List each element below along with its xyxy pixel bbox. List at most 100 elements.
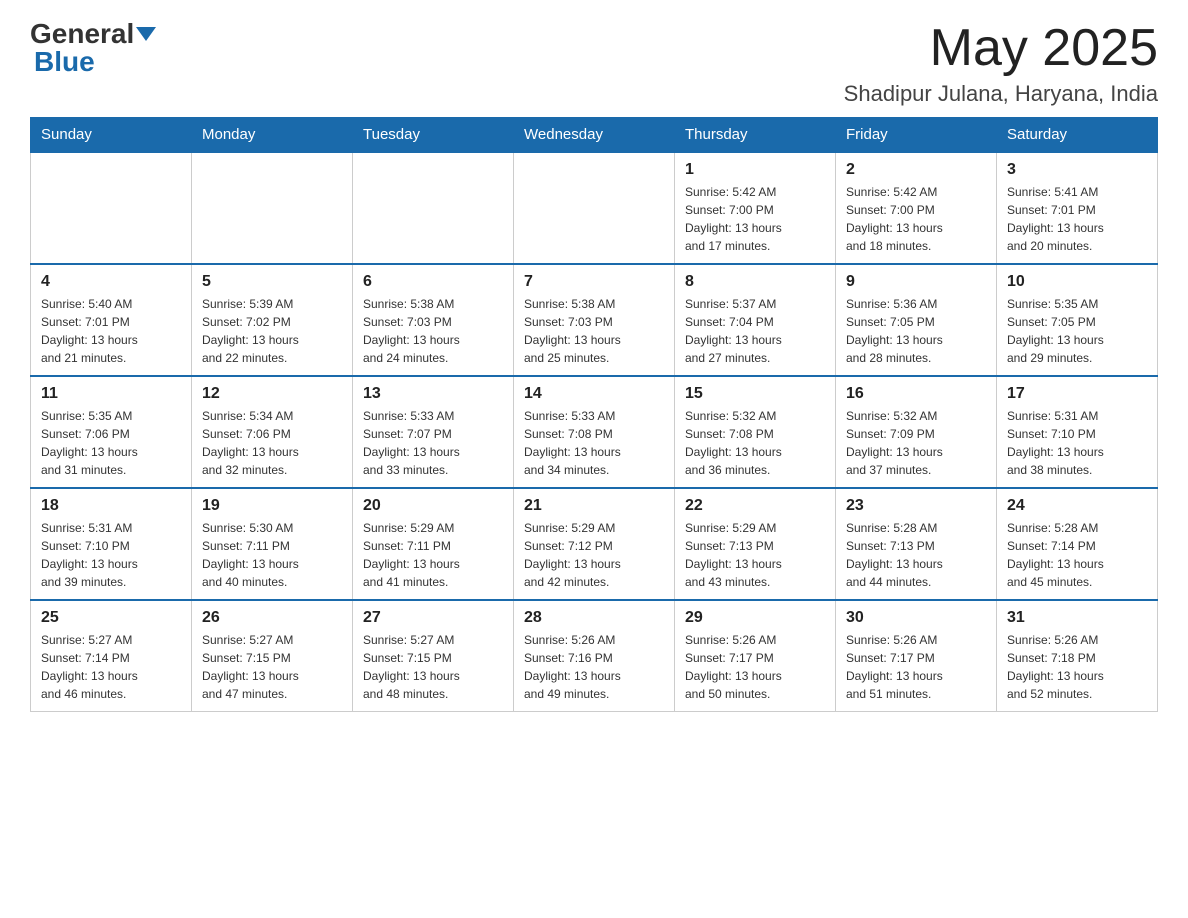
calendar-cell: 4 Sunrise: 5:40 AMSunset: 7:01 PMDaylight… <box>31 264 192 376</box>
day-info: Sunrise: 5:33 AMSunset: 7:08 PMDaylight:… <box>524 407 664 479</box>
day-number: 3 <box>1007 161 1147 179</box>
calendar-cell: 6 Sunrise: 5:38 AMSunset: 7:03 PMDaylight… <box>353 264 514 376</box>
day-number: 1 <box>685 161 825 179</box>
calendar-week-row: 11 Sunrise: 5:35 AMSunset: 7:06 PMDayligh… <box>31 376 1158 488</box>
day-number: 10 <box>1007 273 1147 291</box>
calendar-cell: 12 Sunrise: 5:34 AMSunset: 7:06 PMDayligh… <box>192 376 353 488</box>
calendar-cell: 2Sunrise: 5:42 AMSunset: 7:00 PMDaylight… <box>836 152 997 264</box>
calendar-cell: 11 Sunrise: 5:35 AMSunset: 7:06 PMDayligh… <box>31 376 192 488</box>
calendar-cell <box>353 152 514 264</box>
calendar-cell: 14 Sunrise: 5:33 AMSunset: 7:08 PMDayligh… <box>514 376 675 488</box>
calendar-header-thursday: Thursday <box>675 118 836 153</box>
day-number: 18 <box>41 497 181 515</box>
day-info: Sunrise: 5:27 AMSunset: 7:15 PMDaylight:… <box>363 631 503 703</box>
calendar-header-row: SundayMondayTuesdayWednesdayThursdayFrid… <box>31 118 1158 153</box>
day-info: Sunrise: 5:35 AMSunset: 7:06 PMDaylight:… <box>41 407 181 479</box>
day-info: Sunrise: 5:37 AMSunset: 7:04 PMDaylight:… <box>685 295 825 367</box>
day-number: 28 <box>524 609 664 627</box>
day-info: Sunrise: 5:40 AMSunset: 7:01 PMDaylight:… <box>41 295 181 367</box>
day-number: 11 <box>41 385 181 403</box>
calendar-cell: 26 Sunrise: 5:27 AMSunset: 7:15 PMDayligh… <box>192 600 353 712</box>
calendar-week-row: 18 Sunrise: 5:31 AMSunset: 7:10 PMDayligh… <box>31 488 1158 600</box>
day-number: 9 <box>846 273 986 291</box>
day-info: Sunrise: 5:36 AMSunset: 7:05 PMDaylight:… <box>846 295 986 367</box>
day-info: Sunrise: 5:27 AMSunset: 7:15 PMDaylight:… <box>202 631 342 703</box>
calendar-header-friday: Friday <box>836 118 997 153</box>
calendar-cell: 23 Sunrise: 5:28 AMSunset: 7:13 PMDayligh… <box>836 488 997 600</box>
day-info: Sunrise: 5:42 AMSunset: 7:00 PMDaylight:… <box>846 183 986 255</box>
calendar-cell: 20Sunrise: 5:29 AMSunset: 7:11 PMDayligh… <box>353 488 514 600</box>
day-info: Sunrise: 5:26 AMSunset: 7:16 PMDaylight:… <box>524 631 664 703</box>
logo: General Blue <box>30 20 156 76</box>
day-info: Sunrise: 5:26 AMSunset: 7:18 PMDaylight:… <box>1007 631 1147 703</box>
calendar-cell <box>192 152 353 264</box>
day-number: 23 <box>846 497 986 515</box>
calendar-cell: 24Sunrise: 5:28 AMSunset: 7:14 PMDayligh… <box>997 488 1158 600</box>
calendar-cell: 25 Sunrise: 5:27 AMSunset: 7:14 PMDayligh… <box>31 600 192 712</box>
calendar-cell <box>31 152 192 264</box>
calendar-cell: 16 Sunrise: 5:32 AMSunset: 7:09 PMDayligh… <box>836 376 997 488</box>
calendar-cell: 13 Sunrise: 5:33 AMSunset: 7:07 PMDayligh… <box>353 376 514 488</box>
day-number: 20 <box>363 497 503 515</box>
day-number: 21 <box>524 497 664 515</box>
day-info: Sunrise: 5:28 AMSunset: 7:13 PMDaylight:… <box>846 519 986 591</box>
day-info: Sunrise: 5:39 AMSunset: 7:02 PMDaylight:… <box>202 295 342 367</box>
day-number: 26 <box>202 609 342 627</box>
calendar-week-row: 25 Sunrise: 5:27 AMSunset: 7:14 PMDayligh… <box>31 600 1158 712</box>
calendar-cell: 5 Sunrise: 5:39 AMSunset: 7:02 PMDaylight… <box>192 264 353 376</box>
day-number: 19 <box>202 497 342 515</box>
day-number: 7 <box>524 273 664 291</box>
day-info: Sunrise: 5:30 AMSunset: 7:11 PMDaylight:… <box>202 519 342 591</box>
location-text: Shadipur Julana, Haryana, India <box>844 81 1158 107</box>
calendar-cell: 27Sunrise: 5:27 AMSunset: 7:15 PMDayligh… <box>353 600 514 712</box>
calendar-table: SundayMondayTuesdayWednesdayThursdayFrid… <box>30 117 1158 712</box>
day-info: Sunrise: 5:31 AMSunset: 7:10 PMDaylight:… <box>41 519 181 591</box>
calendar-cell: 10Sunrise: 5:35 AMSunset: 7:05 PMDayligh… <box>997 264 1158 376</box>
day-number: 30 <box>846 609 986 627</box>
day-number: 6 <box>363 273 503 291</box>
month-title: May 2025 <box>844 20 1158 77</box>
day-info: Sunrise: 5:34 AMSunset: 7:06 PMDaylight:… <box>202 407 342 479</box>
logo-general-text: General <box>30 20 134 48</box>
calendar-header-wednesday: Wednesday <box>514 118 675 153</box>
day-number: 13 <box>363 385 503 403</box>
day-info: Sunrise: 5:32 AMSunset: 7:09 PMDaylight:… <box>846 407 986 479</box>
day-number: 24 <box>1007 497 1147 515</box>
day-number: 12 <box>202 385 342 403</box>
calendar-header-tuesday: Tuesday <box>353 118 514 153</box>
day-number: 4 <box>41 273 181 291</box>
day-number: 15 <box>685 385 825 403</box>
calendar-header-monday: Monday <box>192 118 353 153</box>
day-number: 17 <box>1007 385 1147 403</box>
calendar-cell: 8 Sunrise: 5:37 AMSunset: 7:04 PMDaylight… <box>675 264 836 376</box>
day-number: 8 <box>685 273 825 291</box>
day-info: Sunrise: 5:38 AMSunset: 7:03 PMDaylight:… <box>524 295 664 367</box>
day-info: Sunrise: 5:29 AMSunset: 7:12 PMDaylight:… <box>524 519 664 591</box>
calendar-cell: 18 Sunrise: 5:31 AMSunset: 7:10 PMDayligh… <box>31 488 192 600</box>
calendar-cell: 30Sunrise: 5:26 AMSunset: 7:17 PMDayligh… <box>836 600 997 712</box>
calendar-header-saturday: Saturday <box>997 118 1158 153</box>
calendar-cell: 1 Sunrise: 5:42 AMSunset: 7:00 PMDaylight… <box>675 152 836 264</box>
day-number: 14 <box>524 385 664 403</box>
calendar-cell: 9 Sunrise: 5:36 AMSunset: 7:05 PMDaylight… <box>836 264 997 376</box>
day-info: Sunrise: 5:33 AMSunset: 7:07 PMDaylight:… <box>363 407 503 479</box>
day-info: Sunrise: 5:27 AMSunset: 7:14 PMDaylight:… <box>41 631 181 703</box>
day-info: Sunrise: 5:32 AMSunset: 7:08 PMDaylight:… <box>685 407 825 479</box>
calendar-cell: 19 Sunrise: 5:30 AMSunset: 7:11 PMDayligh… <box>192 488 353 600</box>
calendar-cell: 17 Sunrise: 5:31 AMSunset: 7:10 PMDayligh… <box>997 376 1158 488</box>
day-number: 25 <box>41 609 181 627</box>
day-info: Sunrise: 5:38 AMSunset: 7:03 PMDaylight:… <box>363 295 503 367</box>
calendar-cell: 7 Sunrise: 5:38 AMSunset: 7:03 PMDaylight… <box>514 264 675 376</box>
day-info: Sunrise: 5:41 AMSunset: 7:01 PMDaylight:… <box>1007 183 1147 255</box>
calendar-cell: 31 Sunrise: 5:26 AMSunset: 7:18 PMDayligh… <box>997 600 1158 712</box>
calendar-cell: 29Sunrise: 5:26 AMSunset: 7:17 PMDayligh… <box>675 600 836 712</box>
day-number: 31 <box>1007 609 1147 627</box>
day-number: 16 <box>846 385 986 403</box>
day-number: 5 <box>202 273 342 291</box>
title-section: May 2025 Shadipur Julana, Haryana, India <box>844 20 1158 107</box>
day-info: Sunrise: 5:42 AMSunset: 7:00 PMDaylight:… <box>685 183 825 255</box>
calendar-cell: 22Sunrise: 5:29 AMSunset: 7:13 PMDayligh… <box>675 488 836 600</box>
day-number: 29 <box>685 609 825 627</box>
calendar-cell: 28 Sunrise: 5:26 AMSunset: 7:16 PMDayligh… <box>514 600 675 712</box>
day-info: Sunrise: 5:31 AMSunset: 7:10 PMDaylight:… <box>1007 407 1147 479</box>
